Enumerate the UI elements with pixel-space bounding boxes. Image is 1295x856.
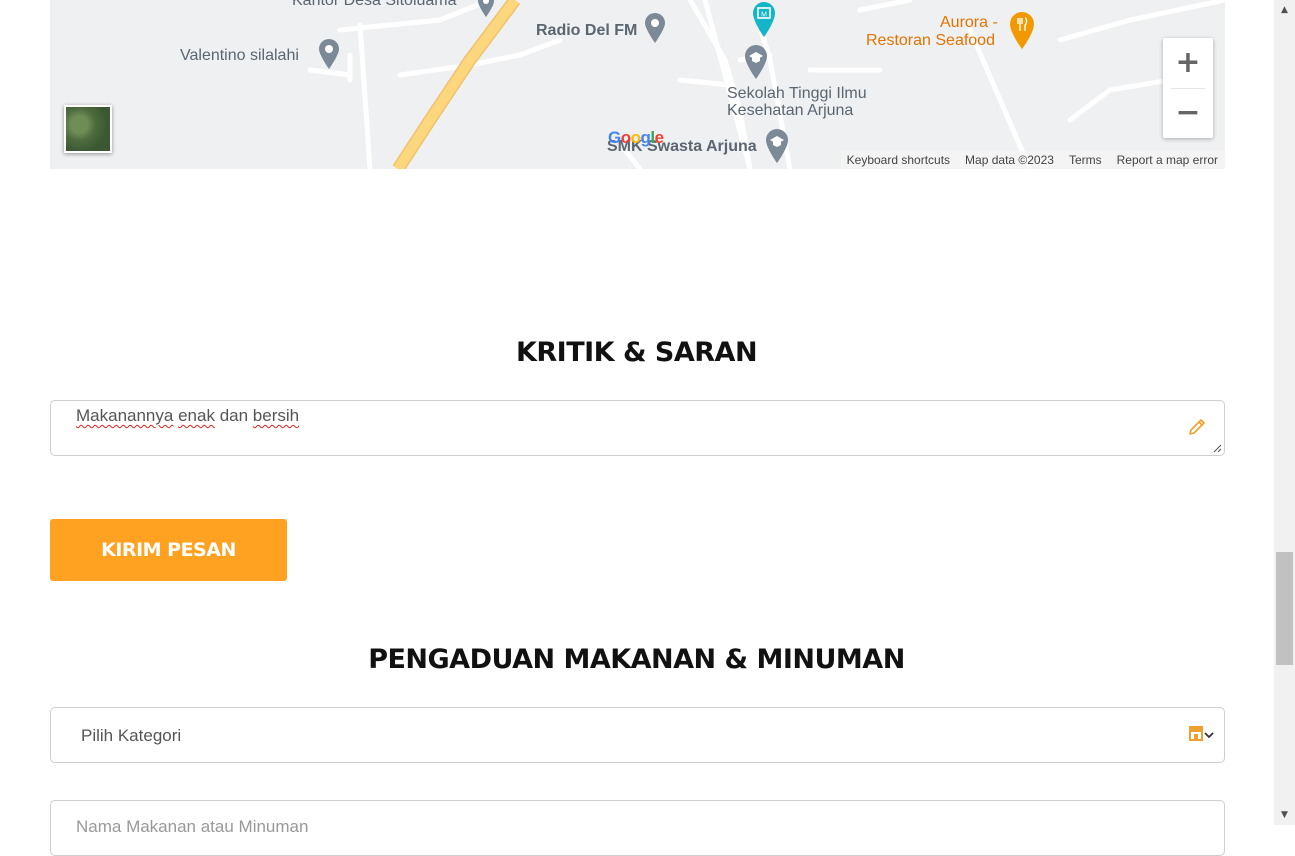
map-label-aurora-2[interactable]: Restoran Seafood xyxy=(866,32,995,50)
google-logo: Google xyxy=(608,128,664,147)
report-error-link[interactable]: Report a map error xyxy=(1117,151,1218,169)
kirim-pesan-button[interactable]: KIRIM PESAN xyxy=(50,519,287,581)
map-attribution: Keyboard shortcuts Map data ©2023 Terms … xyxy=(840,151,1225,169)
nama-makanan-input[interactable]: Nama Makanan atau Minuman xyxy=(50,800,1225,856)
kritik-saran-textarea[interactable]: Makanannya enak dan bersih xyxy=(50,400,1225,456)
map-label-kantor-desa[interactable]: Kantor Desa Sitoluama xyxy=(292,0,457,10)
text-word: dan xyxy=(219,406,249,425)
school-pin-icon[interactable] xyxy=(764,128,790,164)
text-word: bersih xyxy=(252,406,300,425)
zoom-in-button[interactable]: + xyxy=(1163,38,1213,88)
page-scrollbar[interactable]: ▲ ▼ xyxy=(1274,0,1295,825)
map-label-valentino[interactable]: Valentino silalahi xyxy=(180,47,299,65)
school-pin-icon[interactable] xyxy=(743,44,769,80)
kategori-selected-value: Pilih Kategori xyxy=(81,726,182,745)
map-label-sekolah-1[interactable]: Sekolah Tinggi Ilmu xyxy=(727,85,867,103)
satellite-toggle-button[interactable] xyxy=(64,105,112,153)
text-word: Makanannya xyxy=(76,406,174,425)
store-icon xyxy=(1189,726,1203,741)
map-data-label: Map data ©2023 xyxy=(965,153,1054,167)
museum-pin-icon[interactable]: M xyxy=(751,0,777,38)
map-label-sekolah-2[interactable]: Kesehatan Arjuna xyxy=(727,102,853,120)
zoom-controls: + − xyxy=(1163,38,1213,138)
kritik-saran-title: KRITIK & SARAN xyxy=(515,337,758,368)
map-label-radio[interactable]: Radio Del FM xyxy=(536,22,637,40)
kategori-select[interactable]: Pilih Kategori xyxy=(50,707,1225,763)
map-pin-icon[interactable] xyxy=(317,38,341,70)
scroll-thumb[interactable] xyxy=(1276,552,1293,665)
pengaduan-title: PENGADUAN MAKANAN & MINUMAN xyxy=(368,644,905,675)
restaurant-pin-icon[interactable] xyxy=(1008,10,1036,50)
textarea-value: Makanannya enak dan bersih xyxy=(76,406,299,426)
keyboard-shortcuts-link[interactable]: Keyboard shortcuts xyxy=(847,151,950,169)
terms-link[interactable]: Terms xyxy=(1069,151,1102,169)
input-placeholder: Nama Makanan atau Minuman xyxy=(76,817,309,836)
zoom-out-button[interactable]: − xyxy=(1163,88,1213,138)
map-label-aurora-1[interactable]: Aurora - xyxy=(940,14,998,32)
svg-text:M: M xyxy=(761,12,767,19)
resize-handle-icon[interactable] xyxy=(1212,443,1222,453)
map-pin-icon[interactable] xyxy=(476,0,496,18)
text-word: enak xyxy=(178,406,215,425)
map-embed[interactable]: Kantor Desa Sitoluama Valentino silalahi… xyxy=(50,0,1225,169)
scroll-down-arrow-icon[interactable]: ▼ xyxy=(1274,805,1295,825)
chevron-down-icon xyxy=(1204,732,1214,739)
map-pin-icon[interactable] xyxy=(643,12,667,44)
scroll-up-arrow-icon[interactable]: ▲ xyxy=(1274,0,1295,20)
pencil-icon xyxy=(1189,419,1205,435)
